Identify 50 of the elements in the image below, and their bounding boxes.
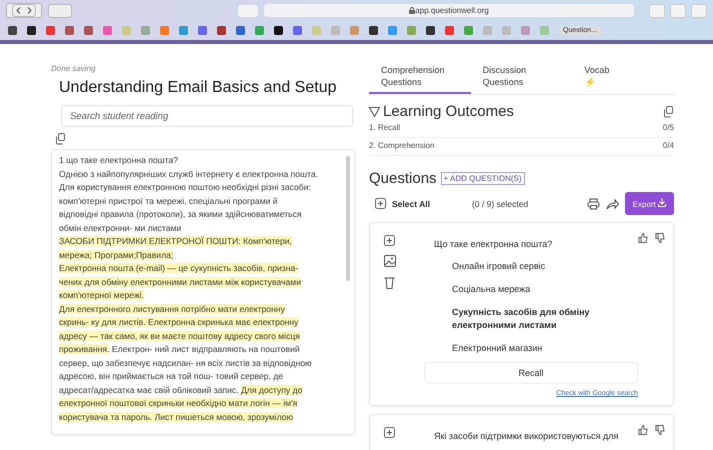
- answer-option[interactable]: Соціальна мережа: [452, 280, 612, 303]
- bookmark-icon[interactable]: [8, 26, 17, 35]
- tab[interactable]: Comprehension Questions: [369, 64, 471, 94]
- thumbs-down-icon[interactable]: [655, 233, 665, 243]
- reading-passage: 1 що таке електронна пошта? Однією з найпопулярніших служб інтернету є електронна пошта. Для користування електронною поштою необхідні різні засоби: комп'ютерні пристрої та мережі, спеціальні програми й відповідні правила (протоколи), за якими здійснюватиметься обмін електронни- ми листами ЗАСОБИ ПІДТРИМКИ ЕЛЕКТРОНОЇ ПОШТИ: Комп'ютери, мережа; Програми;Правила; Електронна пошта (e-mail) — це сукупність засобів, призна- чених для обміну електронними листами між користувачами комп'ютерної мережі. Для електронного листування потрібно мати електронну скринь- ку для листів. Електронна скринька має електронну адресу — так само, як ви маєте поштову адресу свого місця проживання. Електрон- ний лист відправляють на поштовий сервер, що забезпечує надсилан- ня всіх листів за відповідною адресою, він приймається на той пош- товий сервер, де адресат/адресатка має свій обліковий запис. Для доступу до електронної поштової скриньки необхідно мати логін — ім'я користувача та пароль. Лист пишеться мовою, зрозумілою: [51, 149, 355, 435]
- answer-option[interactable]: Сукупність засобів для обміну електронними листами: [452, 303, 612, 339]
- add-question-button[interactable]: + ADD QUESTION(S): [440, 172, 525, 185]
- selected-count: (0 / 9) selected: [472, 198, 528, 208]
- collapse-triangle-icon[interactable]: [369, 106, 380, 116]
- outcome-count: 0/5: [662, 123, 674, 132]
- outcome-label: 2. Comprehension: [369, 141, 434, 150]
- share-arrow-icon[interactable]: [606, 198, 619, 210]
- export-button[interactable]: Export: [624, 192, 674, 215]
- section-title: Questions: [369, 170, 437, 187]
- address-bar[interactable]: app.questionwell.org: [264, 4, 634, 17]
- image-icon[interactable]: [384, 255, 396, 267]
- plus-icon[interactable]: [384, 427, 395, 438]
- select-all-label[interactable]: Select All: [392, 198, 430, 208]
- copy-icon[interactable]: [55, 133, 66, 145]
- bookmark-icon[interactable]: [369, 26, 378, 35]
- lock-icon: [409, 7, 416, 14]
- bookmark-icon[interactable]: [217, 26, 226, 35]
- url-text: app.questionwell.org: [415, 6, 489, 15]
- print-icon[interactable]: [586, 198, 600, 210]
- search-field[interactable]: Search student reading: [61, 105, 353, 127]
- tab[interactable]: Discussion Questions: [470, 64, 572, 94]
- answer-option[interactable]: Онлайн ігровий сервіс: [452, 257, 612, 280]
- answer-option[interactable]: Електронний магазин: [452, 339, 612, 362]
- thumbs-up-icon[interactable]: [638, 425, 648, 435]
- copy-icon[interactable]: [663, 106, 674, 118]
- download-icon: [658, 198, 666, 207]
- tab[interactable]: Vocab ⚡: [572, 64, 674, 94]
- plus-icon[interactable]: [384, 235, 395, 246]
- trash-icon[interactable]: [384, 276, 395, 289]
- question-text: Що таке електронна пошта?: [434, 239, 554, 249]
- save-status: Done saving: [51, 64, 96, 73]
- bookmark-icon[interactable]: [27, 26, 36, 35]
- reading-title: Understanding Email Basics and Setup: [59, 79, 338, 97]
- outcome-field[interactable]: Recall: [424, 362, 638, 384]
- back-forward-icon[interactable]: [6, 3, 42, 18]
- bookmark-icon[interactable]: [426, 26, 435, 35]
- question-text: Які засоби підтримки використовуються для: [434, 431, 620, 441]
- thumbs-up-icon[interactable]: [638, 233, 648, 243]
- thumbs-down-icon[interactable]: [655, 425, 665, 435]
- bookmark-icon[interactable]: [274, 26, 283, 35]
- plus-icon[interactable]: [375, 198, 386, 209]
- outcome-count: 0/4: [662, 141, 674, 150]
- section-title[interactable]: Learning Outcomes: [383, 103, 514, 120]
- outcome-label: 1. Recall: [369, 123, 400, 132]
- scrollbar[interactable]: [346, 156, 350, 281]
